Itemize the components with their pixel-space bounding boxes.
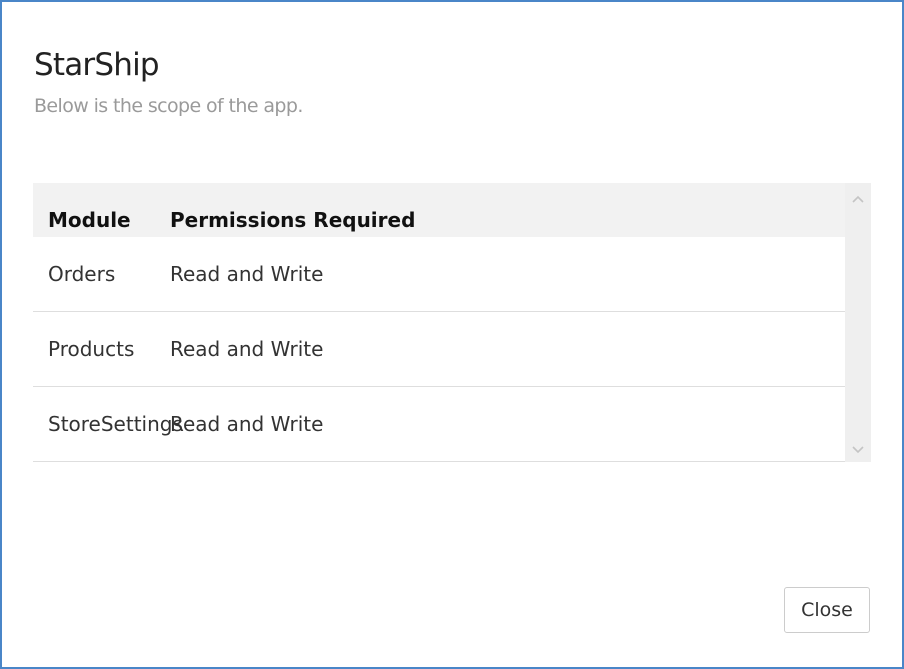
permission-cell: Read and Write [170, 337, 324, 361]
table-header-row: Module Permissions Required [33, 183, 845, 237]
chevron-down-icon [852, 446, 864, 454]
table-row: Products Read and Write [33, 312, 845, 387]
dialog-title: StarShip [34, 47, 160, 83]
close-button[interactable]: Close [784, 587, 870, 633]
module-cell: Orders [48, 262, 116, 286]
app-scope-dialog: StarShip Below is the scope of the app. … [0, 0, 904, 669]
permission-cell: Read and Write [170, 262, 324, 286]
module-cell: StoreSettings [48, 412, 183, 436]
table-scrollbar[interactable] [845, 183, 871, 462]
scroll-down-button[interactable] [845, 438, 871, 462]
chevron-up-icon [852, 195, 864, 203]
permission-cell: Read and Write [170, 412, 324, 436]
scroll-up-button[interactable] [845, 187, 871, 211]
scope-table: Module Permissions Required Orders Read … [33, 183, 871, 462]
table-row: Orders Read and Write [33, 237, 845, 312]
module-cell: Products [48, 337, 135, 361]
scope-table-body: Module Permissions Required Orders Read … [33, 183, 845, 462]
dialog-subtitle: Below is the scope of the app. [34, 95, 303, 117]
table-row: StoreSettings Read and Write [33, 387, 845, 462]
